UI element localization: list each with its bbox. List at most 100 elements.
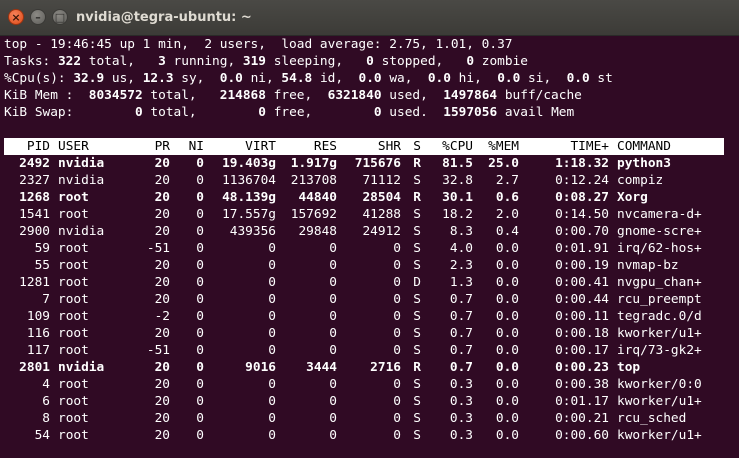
cell-nice: 0 bbox=[196, 360, 204, 375]
cell-time: 0:00.19 bbox=[555, 258, 609, 273]
cell-command: rcu_sched bbox=[617, 411, 687, 426]
cell-virt: 0 bbox=[268, 343, 276, 358]
window-bottom-edge bbox=[0, 446, 739, 458]
column-header-s: S bbox=[413, 139, 421, 154]
summary-segment: avail Mem bbox=[497, 105, 575, 120]
maximize-icon[interactable]: □ bbox=[52, 9, 68, 25]
cell-shr: 71112 bbox=[362, 173, 401, 188]
cell-cpu: 0.3 bbox=[449, 428, 473, 443]
cell-priority: 20 bbox=[154, 156, 170, 171]
cell-virt: 439356 bbox=[229, 224, 276, 239]
close-icon[interactable]: × bbox=[8, 9, 24, 25]
cell-res: 0 bbox=[329, 343, 337, 358]
cell-virt: 0 bbox=[268, 292, 276, 307]
summary-segment: sleeping, bbox=[266, 54, 367, 69]
cell-priority: 20 bbox=[154, 275, 170, 290]
cell-nice: 0 bbox=[196, 207, 204, 222]
cell-res: 0 bbox=[329, 326, 337, 341]
cell-state: S bbox=[413, 411, 421, 426]
cell-user: root bbox=[58, 326, 89, 341]
summary-segment: 8034572 bbox=[88, 88, 143, 103]
summary-segment: 0.0 bbox=[427, 71, 451, 86]
cell-time: 0:00.21 bbox=[555, 411, 609, 426]
process-row: 7 root 20 0 0 0 0 S 0.7 0.0 0:00.44 rcu_preempt bbox=[4, 291, 735, 308]
cell-user: nvidia bbox=[58, 156, 105, 171]
cell-cpu: 18.2 bbox=[442, 207, 473, 222]
summary-segment: 0.0 bbox=[497, 71, 521, 86]
process-row: 59 root -51 0 0 0 0 S 4.0 0.0 0:01.91 irq/62-hos+ bbox=[4, 240, 735, 257]
cell-time: 1:18.32 bbox=[555, 156, 609, 171]
process-row: 55 root 20 0 0 0 0 S 2.3 0.0 0:00.19 nvmap-bz bbox=[4, 257, 735, 274]
cell-command: gnome-scre+ bbox=[617, 224, 702, 239]
cell-shr: 28504 bbox=[362, 190, 401, 205]
cell-state: D bbox=[413, 275, 421, 290]
cell-cpu: 0.7 bbox=[449, 343, 473, 358]
cell-state: R bbox=[413, 156, 421, 171]
summary-segment: total, bbox=[142, 105, 259, 120]
cell-state: S bbox=[413, 207, 421, 222]
summary-segment: buff/cache bbox=[497, 88, 582, 103]
cell-res: 213708 bbox=[290, 173, 337, 188]
summary-segment: ni, bbox=[242, 71, 282, 86]
cell-pid: 4 bbox=[42, 377, 50, 392]
cell-mem: 2.0 bbox=[495, 207, 519, 222]
cell-nice: 0 bbox=[196, 326, 204, 341]
cell-time: 0:00.18 bbox=[555, 326, 609, 341]
cpu-line: %Cpu(s): 32.9 us, 12.3 sy, 0.0 ni, 54.8 … bbox=[4, 70, 735, 87]
cell-nice: 0 bbox=[196, 241, 204, 256]
summary-segment: hi, bbox=[450, 71, 498, 86]
title-bar[interactable]: × – □ nvidia@tegra-ubuntu: ~ bbox=[0, 0, 739, 36]
summary-segment: Tasks: bbox=[4, 54, 58, 69]
column-header-mem: %MEM bbox=[488, 139, 519, 154]
process-row: 117 root -51 0 0 0 0 S 0.7 0.0 0:00.17 irq/73-gk2+ bbox=[4, 342, 735, 359]
summary-segment: 12.3 bbox=[142, 71, 174, 86]
summary-segment: sy, bbox=[173, 71, 220, 86]
cell-shr: 0 bbox=[393, 411, 401, 426]
summary-segment: %Cpu(s): bbox=[4, 71, 74, 86]
cell-shr: 0 bbox=[393, 309, 401, 324]
cell-pid: 8 bbox=[42, 411, 50, 426]
cell-shr: 24912 bbox=[362, 224, 401, 239]
cell-time: 0:00.23 bbox=[555, 360, 609, 375]
cell-virt: 19.403g bbox=[222, 156, 276, 171]
summary-segment: total, bbox=[142, 88, 220, 103]
cell-res: 0 bbox=[329, 411, 337, 426]
cell-cpu: 0.7 bbox=[449, 309, 473, 324]
cell-priority: -2 bbox=[154, 309, 170, 324]
summary-segment: 6321840 bbox=[327, 88, 382, 103]
cell-res: 0 bbox=[329, 394, 337, 409]
process-row: 116 root 20 0 0 0 0 S 0.7 0.0 0:00.18 kworker/u1+ bbox=[4, 325, 735, 342]
summary-segment: 1597056 bbox=[443, 105, 498, 120]
process-row: 2492 nvidia 20 0 19.403g 1.917g 715676 R 81.5 25.… bbox=[4, 155, 735, 172]
cell-virt: 0 bbox=[268, 275, 276, 290]
cell-time: 0:12.24 bbox=[555, 173, 609, 188]
terminal-window: × – □ nvidia@tegra-ubuntu: ~ top - 19:46… bbox=[0, 0, 739, 458]
cell-mem: 0.0 bbox=[495, 394, 519, 409]
column-header-ni: NI bbox=[188, 139, 204, 154]
cell-mem: 25.0 bbox=[488, 156, 519, 171]
cell-command: top bbox=[617, 360, 641, 375]
cell-command: irq/62-hos+ bbox=[617, 241, 702, 256]
minimize-icon[interactable]: – bbox=[30, 9, 46, 25]
column-header-pr: PR bbox=[154, 139, 170, 154]
cell-nice: 0 bbox=[196, 173, 204, 188]
cell-command: kworker/u1+ bbox=[617, 326, 702, 341]
cell-state: S bbox=[413, 224, 421, 239]
cell-pid: 59 bbox=[34, 241, 50, 256]
summary-segment: si, bbox=[520, 71, 567, 86]
tasks-line: Tasks: 322 total, 3 running, 319 sleepin… bbox=[4, 53, 735, 70]
terminal-output[interactable]: top - 19:46:45 up 1 min, 2 users, load a… bbox=[4, 36, 735, 446]
process-row: 54 root 20 0 0 0 0 S 0.3 0.0 0:00.60 kworker/u1+ bbox=[4, 427, 735, 444]
cell-virt: 0 bbox=[268, 377, 276, 392]
cell-pid: 109 bbox=[26, 309, 50, 324]
cell-cpu: 30.1 bbox=[442, 190, 473, 205]
column-header-shr: SHR bbox=[377, 139, 401, 154]
cell-virt: 1136704 bbox=[222, 173, 276, 188]
summary-segment: running, bbox=[165, 54, 243, 69]
summary-segment: stopped, bbox=[373, 54, 467, 69]
cell-state: R bbox=[413, 190, 421, 205]
cell-priority: 20 bbox=[154, 224, 170, 239]
summary-segment: 32.9 bbox=[73, 71, 105, 86]
cell-time: 0:08.27 bbox=[555, 190, 609, 205]
cell-time: 0:00.70 bbox=[555, 224, 609, 239]
